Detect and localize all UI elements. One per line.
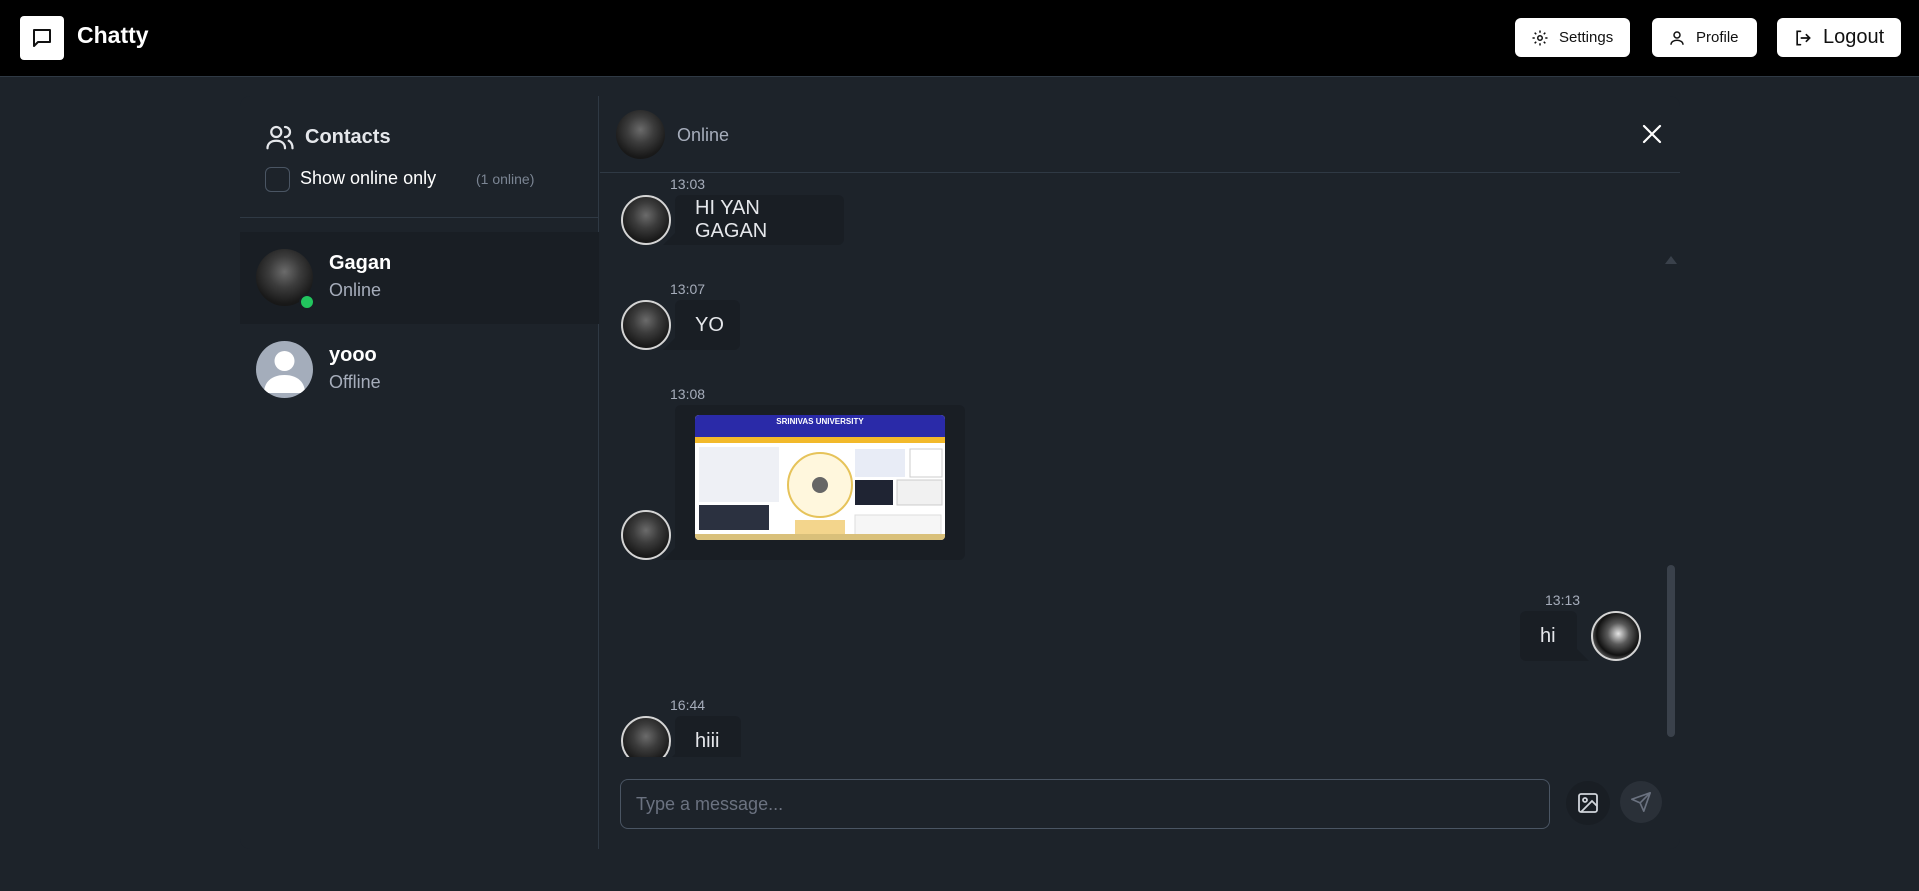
message-bubble: YO (663, 300, 740, 350)
online-count: (1 online) (476, 171, 535, 187)
message-text: hiii (695, 729, 720, 752)
message-time: 13:07 (670, 281, 706, 297)
message-bubble: hi (1520, 611, 1589, 661)
image-icon (1578, 793, 1598, 813)
contact-item-gagan[interactable]: Gagan Online (240, 232, 599, 324)
chat-logo-icon[interactable] (20, 16, 64, 60)
avatar (1591, 611, 1641, 661)
default-avatar-icon (256, 341, 313, 398)
gear-icon (1532, 30, 1548, 45)
message-time: 13:03 (670, 176, 706, 192)
message-input[interactable] (620, 779, 1550, 829)
show-online-checkbox[interactable] (265, 167, 290, 192)
users-icon (266, 125, 294, 150)
message-bubble: hiii (663, 716, 741, 757)
settings-button[interactable]: Settings (1515, 18, 1630, 57)
avatar (621, 716, 671, 757)
contact-name: yooo (329, 344, 377, 366)
message-time: 13:13 (1545, 592, 1581, 608)
logout-label: Logout (1823, 26, 1885, 48)
close-icon[interactable] (1640, 122, 1664, 146)
logout-button[interactable]: Logout (1777, 18, 1901, 57)
contact-item-yooo[interactable]: yooo Offline (240, 324, 599, 416)
show-online-label[interactable]: Show online only (300, 168, 436, 189)
contact-name: Gagan (329, 252, 392, 274)
chat-header: Online (600, 96, 1680, 173)
message-text: HI YAN GAGAN (695, 197, 768, 242)
message-bubble: HI YAN GAGAN (663, 195, 844, 245)
attach-image-button[interactable] (1566, 781, 1610, 825)
profile-label: Profile (1696, 29, 1739, 46)
contacts-sidebar: Contacts Show online only (1 online) Gag… (240, 96, 599, 849)
message-time: 13:08 (670, 386, 706, 402)
chat-container: Contacts Show online only (1 online) Gag… (240, 96, 1680, 849)
sidebar-header: Contacts Show online only (1 online) (240, 96, 599, 218)
contacts-title: Contacts (305, 126, 391, 148)
avatar (616, 110, 665, 159)
chat-header-status: Online (677, 125, 730, 145)
contact-status: Online (329, 280, 382, 300)
poster-image (695, 447, 945, 540)
scroll-up-arrow[interactable] (1665, 256, 1677, 264)
top-navbar: Chatty Settings Profile Logout (0, 0, 1919, 77)
send-button[interactable] (1620, 781, 1662, 823)
logout-icon (1796, 30, 1811, 46)
message-list[interactable]: 13:03 HI YAN GAGAN 13:07 YO 13:08 SRINIV… (600, 174, 1680, 757)
message-text: YO (695, 313, 724, 336)
contact-status: Offline (329, 372, 381, 392)
user-icon (1670, 30, 1684, 45)
online-indicator (299, 294, 315, 310)
settings-label: Settings (1559, 29, 1614, 46)
message-text: hi (1540, 624, 1556, 647)
app-title[interactable]: Chatty (77, 22, 149, 49)
scrollbar-thumb[interactable] (1667, 565, 1675, 737)
chat-pane: Online 13:03 HI YAN GAGAN 13:07 YO 13:08 (600, 96, 1680, 849)
send-icon (1631, 792, 1651, 812)
message-time: 16:44 (670, 697, 706, 713)
message-bubble: SRINIVAS UNIVERSITY (663, 405, 965, 560)
message-image[interactable]: SRINIVAS UNIVERSITY (695, 415, 945, 540)
profile-button[interactable]: Profile (1652, 18, 1757, 57)
